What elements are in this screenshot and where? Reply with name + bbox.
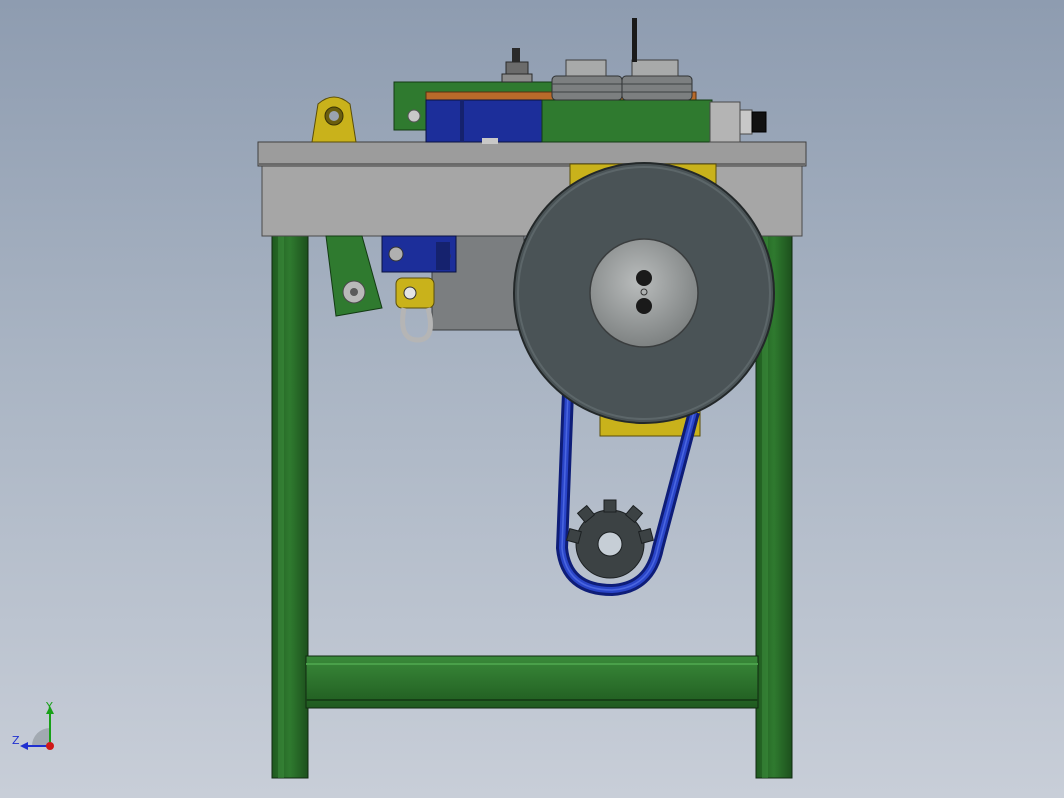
machine-model[interactable] <box>0 0 1064 798</box>
top-assembly[interactable] <box>311 18 767 144</box>
top-roller-left[interactable] <box>551 59 623 101</box>
table-top[interactable] <box>257 141 807 167</box>
y-axis-label: Y <box>46 700 53 713</box>
bolt-knob[interactable] <box>501 48 533 83</box>
lever-rod[interactable] <box>632 18 637 62</box>
motor-block[interactable] <box>425 99 545 143</box>
z-axis-label: Z <box>12 734 20 747</box>
coordinate-triad <box>20 706 54 750</box>
cylinder-end[interactable] <box>709 101 741 143</box>
sprocket[interactable] <box>566 499 654 579</box>
top-roller-right[interactable] <box>621 18 693 101</box>
left-leg[interactable] <box>271 235 309 779</box>
drive-wheel[interactable] <box>513 162 775 424</box>
guide-block[interactable] <box>541 99 713 143</box>
wheel-hub[interactable] <box>589 238 699 348</box>
shackle[interactable] <box>400 307 433 343</box>
x-axis-dot <box>46 742 54 750</box>
cad-viewport[interactable]: Y Z <box>0 0 1064 798</box>
tension-arm[interactable] <box>325 235 383 317</box>
